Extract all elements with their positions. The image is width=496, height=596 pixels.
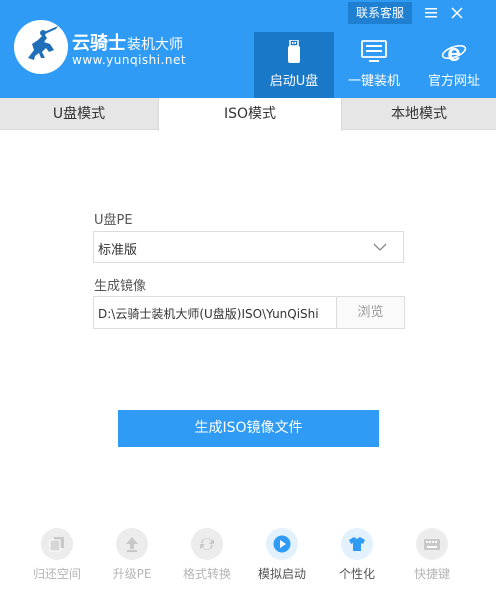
nav-boot-usb-label: 启动U盘 — [269, 74, 319, 89]
nav-boot-usb[interactable]: 启动U盘 — [254, 32, 334, 98]
convert-icon — [200, 538, 214, 550]
upgrade-icon — [126, 537, 138, 552]
image-path-value: D:\云骑士装机大师(U盘版)ISO\YunQiShi — [98, 307, 319, 321]
pe-version-select[interactable]: 标准版 — [93, 231, 404, 263]
shirt-icon — [349, 537, 365, 551]
keyboard-icon — [424, 539, 440, 550]
pe-label: U盘PE — [94, 213, 133, 228]
tool-shortcut-keys[interactable]: 快捷键 — [402, 528, 462, 588]
knight-logo-icon — [14, 20, 68, 74]
image-path-field[interactable]: D:\云骑士装机大师(U盘版)ISO\YunQiShi — [93, 296, 337, 329]
app-header: 云骑士装机大师 www.yunqishi.net 联系客服 启动U盘 一键装机 … — [0, 0, 496, 98]
tool-personalize-label: 个性化 — [338, 567, 375, 581]
tab-iso-mode[interactable]: ISO模式 — [158, 98, 342, 131]
svg-text:e: e — [447, 40, 460, 64]
tab-local-mode[interactable]: 本地模式 — [342, 98, 496, 130]
tool-simulate-boot[interactable]: 模拟启动 — [252, 528, 312, 588]
close-icon[interactable] — [446, 2, 468, 24]
brand-name-main: 云骑士 — [72, 33, 126, 54]
generate-iso-button[interactable]: 生成ISO镜像文件 — [118, 410, 379, 447]
menu-icon[interactable] — [420, 2, 442, 24]
mode-tabs: U盘模式 ISO模式 本地模式 — [0, 98, 496, 131]
pe-version-value: 标准版 — [98, 243, 138, 258]
nav-official-site-label: 官方网址 — [427, 74, 480, 89]
play-icon — [273, 535, 291, 553]
usb-drive-icon — [288, 40, 300, 63]
tool-reclaim-space-label: 归还空间 — [32, 567, 81, 581]
brand-name-suffix: 装机大师 — [127, 37, 183, 53]
chevron-down-icon — [373, 243, 387, 251]
tab-usb-mode[interactable]: U盘模式 — [0, 98, 158, 130]
tool-simulate-boot-label: 模拟启动 — [257, 567, 306, 581]
ie-browser-icon: e — [441, 40, 467, 64]
tool-upgrade-pe-label: 升级PE — [112, 567, 152, 581]
tool-personalize[interactable]: 个性化 — [327, 528, 387, 588]
copy-icon — [49, 537, 64, 552]
tool-reclaim-space[interactable]: 归还空间 — [27, 528, 87, 588]
image-label: 生成镜像 — [94, 279, 147, 294]
tool-format-convert-label: 格式转换 — [182, 567, 231, 581]
brand-url: www.yunqishi.net — [72, 53, 187, 67]
browse-button[interactable]: 浏览 — [337, 296, 405, 329]
tool-format-convert[interactable]: 格式转换 — [177, 528, 237, 588]
tool-upgrade-pe[interactable]: 升级PE — [102, 528, 162, 588]
tool-shortcut-keys-label: 快捷键 — [413, 567, 450, 581]
contact-support-button[interactable]: 联系客服 — [348, 2, 412, 24]
nav-one-click-install[interactable]: 一键装机 — [334, 32, 414, 98]
nav-official-site[interactable]: e 官方网址 — [414, 32, 494, 98]
nav-one-click-install-label: 一键装机 — [347, 74, 400, 89]
brand-name: 云骑士装机大师 — [72, 29, 183, 55]
monitor-icon — [361, 40, 387, 62]
